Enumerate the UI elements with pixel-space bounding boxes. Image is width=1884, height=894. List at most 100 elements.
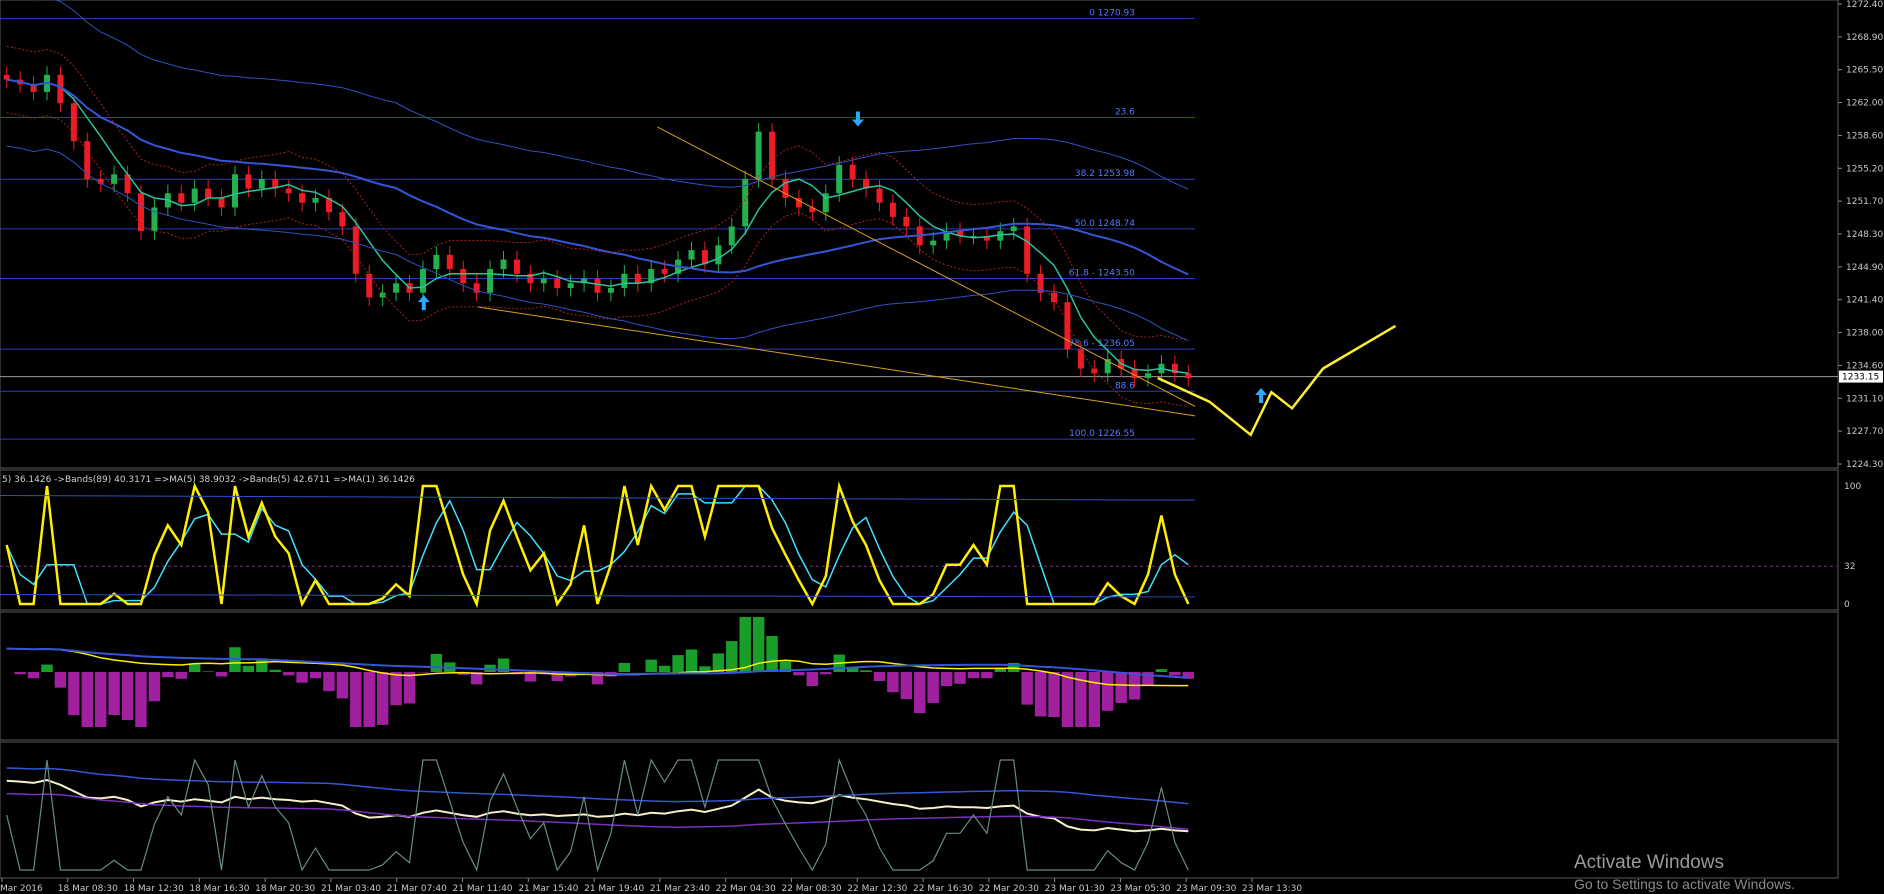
histogram-bar: [121, 672, 134, 721]
time-tick-label: 22 Mar 04:30: [716, 884, 776, 894]
histogram-bar: [1155, 669, 1168, 672]
histogram-bar: [860, 670, 872, 672]
histogram-bar: [323, 672, 335, 692]
price-tick-label: 1224.30: [1846, 460, 1883, 470]
histogram-bar: [390, 672, 402, 706]
candle-body: [446, 254, 453, 270]
time-tick-label: 21 Mar 15:40: [518, 884, 578, 894]
candle-body: [393, 283, 400, 293]
candle-body: [849, 164, 856, 180]
watermark-title: Activate Windows: [1574, 852, 1724, 873]
fib-level-label: 23.6: [1115, 107, 1135, 117]
fib-level-label: 50.0 1248.74: [1075, 219, 1135, 229]
histogram-bar: [927, 672, 939, 703]
histogram-bar: [108, 672, 120, 715]
histogram-bar: [215, 672, 228, 677]
candle-body: [245, 174, 252, 189]
histogram-bar: [618, 663, 631, 672]
histogram-bar: [726, 641, 738, 672]
histogram-bar: [981, 672, 993, 679]
histogram-bar: [242, 665, 255, 672]
candle-body: [433, 254, 440, 270]
candle-body: [769, 131, 776, 180]
fib-level-label: 0 1270.93: [1089, 9, 1135, 19]
histogram-bar: [54, 672, 67, 688]
price-tick-label: 1251.70: [1846, 197, 1883, 207]
histogram-bar: [806, 672, 819, 687]
price-tick-label: 1262.00: [1846, 99, 1883, 109]
histogram-bar: [282, 672, 295, 676]
histogram-bar: [1034, 672, 1047, 717]
price-tick-label: 1234.60: [1846, 361, 1883, 371]
current-price-label: 1233.15: [1842, 373, 1879, 383]
candle-body: [299, 193, 306, 203]
histogram-bar: [376, 672, 389, 725]
stochastic-tick-label: 32: [1844, 562, 1855, 572]
candle-body: [1064, 302, 1071, 350]
histogram-bar: [175, 672, 187, 679]
fib-level-label: 88.6: [1115, 381, 1135, 391]
time-tick-label: 18 Mar 08:30: [58, 884, 118, 894]
histogram-bar: [202, 671, 214, 672]
histogram-bar: [685, 649, 698, 672]
candle-body: [567, 283, 574, 288]
candle-body: [594, 278, 601, 293]
histogram-bar: [68, 672, 80, 716]
histogram-bar: [41, 664, 53, 672]
candle-body: [178, 193, 185, 203]
time-tick-label: 23 Mar 01:30: [1045, 884, 1105, 894]
candle-body: [1077, 349, 1084, 369]
stochastic-tick-label: 0: [1844, 600, 1850, 610]
trading-chart: 1272.40 1268.90 1265.50 1262.00 1258.60 1255.…: [0, 0, 1884, 894]
candle-body: [379, 292, 386, 298]
candle-body: [205, 188, 212, 198]
time-tick-label: 18 Mar 16:30: [189, 884, 249, 894]
candle-body: [191, 188, 198, 203]
candle-body: [3, 74, 10, 80]
price-tick-label: 1248.30: [1846, 230, 1883, 240]
histogram-bar: [148, 672, 161, 702]
time-tick-label: 21 Mar 11:40: [453, 884, 513, 894]
candle-body: [728, 226, 735, 246]
candle-body: [218, 198, 225, 208]
candle-body: [312, 198, 319, 203]
price-tick-label: 1238.00: [1846, 329, 1883, 339]
candle-body: [513, 259, 520, 274]
time-tick-label: 23 Mar 13:30: [1242, 884, 1302, 894]
candle-body: [876, 188, 883, 203]
fib-level-label: 61.8 - 1243.50: [1069, 269, 1135, 279]
histogram-bar: [954, 672, 966, 684]
candle-body: [339, 212, 346, 227]
histogram-bar: [1115, 672, 1127, 703]
stochastic-tick-label: 100: [1844, 482, 1861, 492]
histogram-bar: [1021, 672, 1033, 705]
candle-body: [111, 174, 118, 184]
histogram-bar: [1048, 672, 1060, 717]
price-tick-label: 1241.40: [1846, 296, 1883, 306]
histogram-bar: [1061, 672, 1074, 727]
histogram-bar: [81, 672, 93, 727]
stochastic-legend: 5) 36.1426 ->Bands(89) 40.3171 =>MA(5) 3…: [2, 475, 415, 485]
candle-body: [1185, 373, 1192, 378]
candle-body: [487, 269, 494, 293]
histogram-bar: [336, 672, 349, 699]
histogram-bar: [1102, 672, 1114, 711]
candle-body: [715, 245, 722, 265]
time-tick-label: 22 Mar 08:30: [781, 884, 841, 894]
candle-body: [621, 273, 628, 288]
histogram-bar: [1088, 672, 1101, 727]
price-tick-label: 1265.50: [1846, 66, 1883, 76]
fib-level-label: 38.2 1253.98: [1075, 169, 1135, 179]
price-tick-label: 1255.20: [1846, 164, 1883, 174]
histogram-bar: [766, 636, 778, 672]
candle-body: [755, 131, 762, 180]
candle-body: [352, 226, 359, 274]
histogram-bar: [900, 672, 913, 699]
candle-body: [540, 278, 547, 284]
time-tick-label: 21 Mar 03:40: [321, 884, 381, 894]
histogram-bar: [162, 672, 174, 678]
histogram-bar: [1169, 672, 1181, 676]
time-tick-label: 22 Mar 12:30: [847, 884, 907, 894]
histogram-bar: [967, 672, 980, 679]
candle-body: [460, 269, 467, 284]
